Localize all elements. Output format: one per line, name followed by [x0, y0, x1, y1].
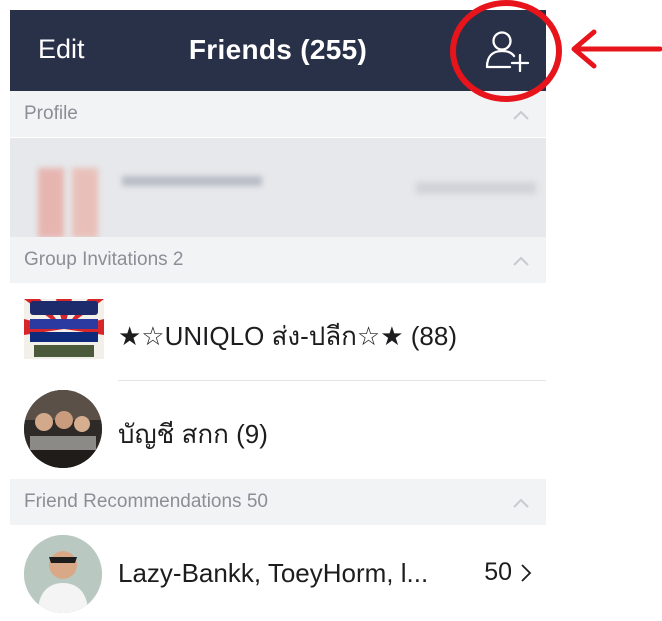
recommendation-names: Lazy-Bankk, ToeyHorm, l... [118, 558, 429, 588]
group-name: ★☆UNIQLO ส่ง-ปลีก☆★ (88) [118, 321, 458, 351]
my-profile-row[interactable] [10, 138, 546, 237]
section-label-friend-recommendations: Friend Recommendations 50 [24, 491, 268, 512]
chevron-right-icon [521, 564, 532, 582]
friend-recommendations-header: Friend Recommendations 50 [10, 479, 546, 525]
recommendation-photo [24, 535, 102, 613]
group-name: บัญชี สกก (9) [118, 419, 268, 449]
profile-status-blurred [416, 182, 536, 194]
navigation-bar: Edit Friends (255) [10, 10, 546, 91]
profile-name-blurred [122, 176, 262, 186]
section-label-group-invitations: Group Invitations 2 [24, 249, 184, 270]
friend-recommendations-row[interactable]: Lazy-Bankk, ToeyHorm, l... 50 [10, 525, 546, 621]
edit-button[interactable]: Edit [38, 34, 85, 65]
group-avatar [24, 390, 102, 468]
group-invitation-item[interactable]: ★☆UNIQLO ส่ง-ปลีก☆★ (88) [10, 283, 546, 381]
page-title: Friends (255) [188, 34, 368, 65]
recommendation-count: 50 [484, 558, 512, 586]
recommendation-avatar [24, 535, 102, 613]
group-invitations-header: Group Invitations 2 [10, 237, 546, 283]
annotation-arrow-icon [571, 29, 662, 69]
friends-screen: Edit Friends (255) Profile Group Invitat… [10, 10, 546, 621]
profile-avatar [72, 168, 98, 237]
chevron-up-icon[interactable] [512, 109, 530, 121]
profile-avatar [38, 168, 64, 237]
section-label-profile: Profile [24, 103, 78, 124]
add-friend-button[interactable] [484, 27, 532, 73]
chevron-up-icon[interactable] [512, 255, 530, 267]
group-photo [24, 390, 102, 468]
chevron-up-icon[interactable] [512, 497, 530, 509]
profile-section-header: Profile [10, 91, 546, 137]
group-avatar [24, 299, 104, 359]
jeans-corner-logo [24, 299, 104, 359]
group-invitation-item[interactable]: บัญชี สกก (9) [10, 381, 546, 479]
add-friend-icon [485, 31, 530, 73]
